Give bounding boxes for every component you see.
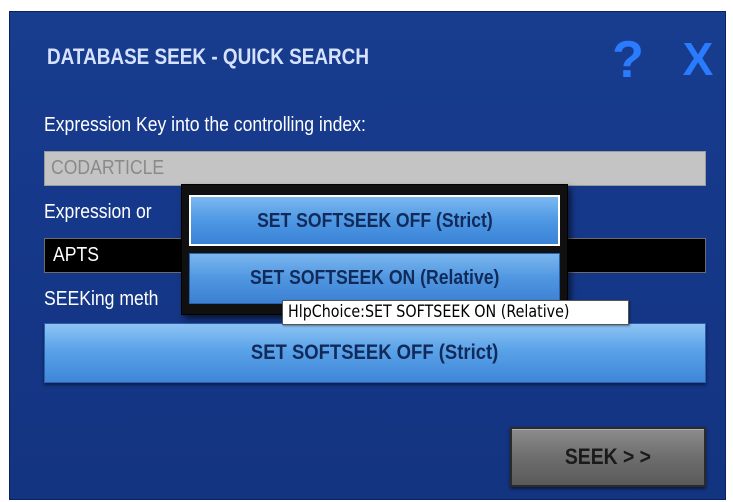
close-icon[interactable]: X <box>677 34 719 84</box>
key-label: Expression Key into the controlling inde… <box>44 114 366 136</box>
index-key-value: CODARTICLE <box>51 157 165 179</box>
dialog-title: DATABASE SEEK - QUICK SEARCH <box>47 44 370 69</box>
seek-method-value: SET SOFTSEEK OFF (Strict) <box>251 341 499 364</box>
help-icon[interactable]: ? <box>608 32 648 88</box>
popup-option-label: SET SOFTSEEK ON (Relative) <box>249 267 500 289</box>
expression-label: Expression or <box>44 201 152 223</box>
seek-button-label: SEEK > > <box>564 444 652 469</box>
popup-option-label: SET SOFTSEEK OFF (Strict) <box>256 210 493 232</box>
expression-value: APTS <box>53 244 99 266</box>
seek-method-popup: SET SOFTSEEK OFF (Strict) SET SOFTSEEK O… <box>181 184 568 315</box>
popup-option-softseek-on[interactable]: SET SOFTSEEK ON (Relative) <box>189 253 560 304</box>
method-label: SEEKing meth <box>44 288 159 310</box>
tooltip-text: HlpChoice:SET SOFTSEEK ON (Relative) <box>288 302 570 322</box>
seek-button[interactable]: SEEK > > <box>510 427 706 487</box>
seek-method-button[interactable]: SET SOFTSEEK OFF (Strict) <box>44 323 706 383</box>
popup-option-softseek-off[interactable]: SET SOFTSEEK OFF (Strict) <box>189 195 560 246</box>
tooltip: HlpChoice:SET SOFTSEEK ON (Relative) <box>282 300 630 325</box>
index-key-field: CODARTICLE <box>44 151 706 186</box>
